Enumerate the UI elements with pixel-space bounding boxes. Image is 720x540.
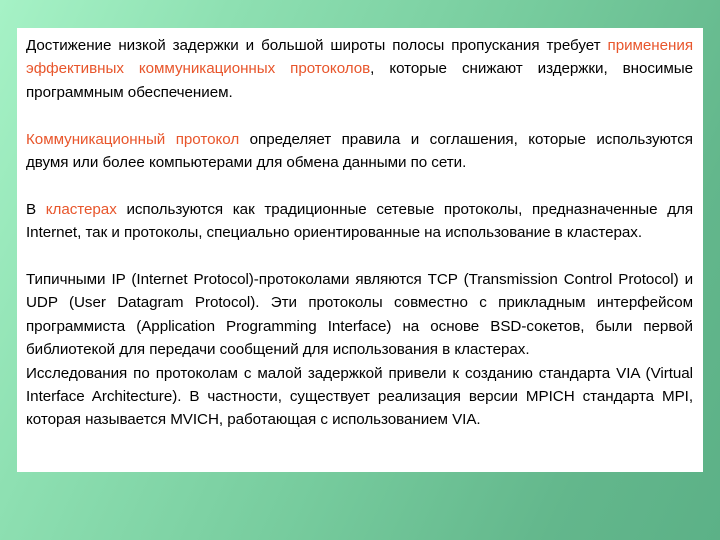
text-run: Типичными IP (Internet Protocol)-протоко… <box>26 271 693 359</box>
paragraph: Типичными IP (Internet Protocol)-протоко… <box>26 268 693 362</box>
content-panel: Достижение низкой задержки и большой шир… <box>17 28 703 472</box>
text-run: используются как традиционные сетевые пр… <box>26 200 693 242</box>
slide-canvas: Достижение низкой задержки и большой шир… <box>0 0 720 540</box>
highlighted-text-run: кластерах <box>45 200 117 218</box>
text-run: Достижение низкой задержки и большой шир… <box>26 37 608 54</box>
text-run: Исследования по протоколам с малой задер… <box>26 364 693 429</box>
text-run: В <box>26 200 46 218</box>
paragraph: Достижение низкой задержки и большой шир… <box>26 34 693 104</box>
paragraph: Коммуникационный протокол определяет пра… <box>26 128 693 175</box>
paragraph: Исследования по протоколам с малой задер… <box>26 362 693 432</box>
paragraph: В кластерах используются как традиционны… <box>26 198 693 245</box>
highlighted-text-run: Коммуникационный протокол <box>26 130 240 148</box>
paragraph-list: Достижение низкой задержки и большой шир… <box>26 34 693 432</box>
